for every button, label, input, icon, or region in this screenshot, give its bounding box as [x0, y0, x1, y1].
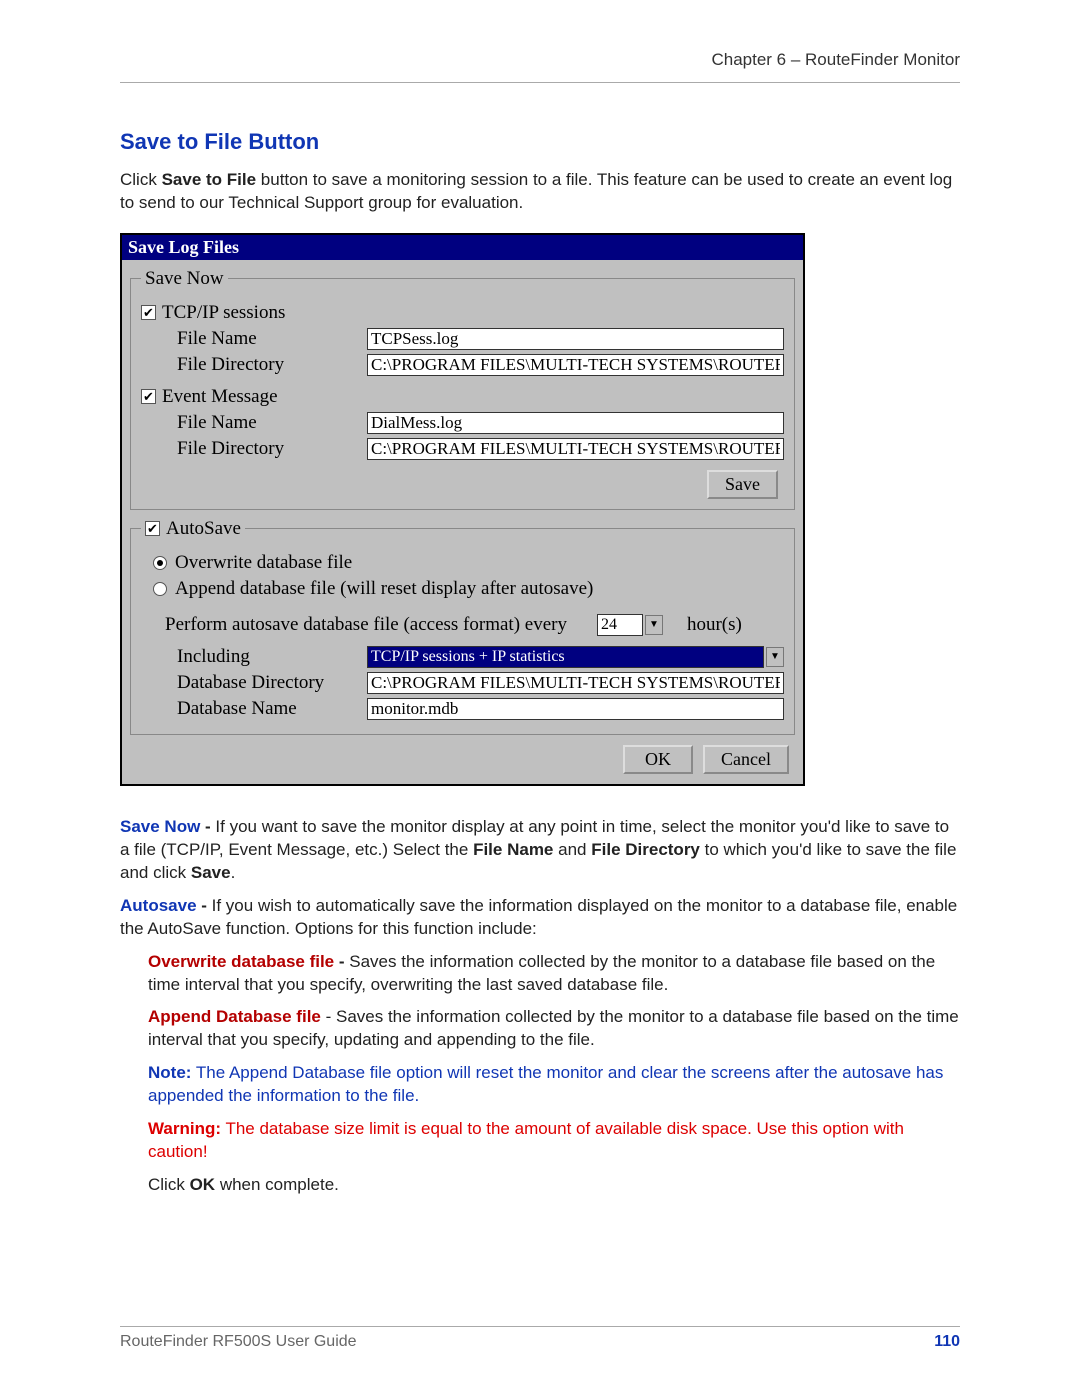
ok-button[interactable]: OK — [623, 745, 693, 774]
overwrite-desc: Overwrite database file - Saves the info… — [148, 951, 960, 997]
overwrite-radio-row[interactable]: Overwrite database file — [153, 552, 784, 574]
dbname-input[interactable] — [367, 698, 784, 720]
event-checkbox-row[interactable]: Event Message — [141, 386, 784, 408]
event-filename-input[interactable] — [367, 412, 784, 434]
filename-label: File Name — [177, 328, 367, 350]
page-footer: RouteFinder RF500S User Guide 110 — [120, 1326, 960, 1351]
closing-text: Click OK when complete. — [148, 1174, 960, 1197]
chapter-header: Chapter 6 – RouteFinder Monitor — [120, 50, 960, 70]
dialog-titlebar: Save Log Files — [122, 235, 803, 260]
warning-text: Warning: The database size limit is equa… — [148, 1118, 960, 1164]
radio-icon[interactable] — [153, 556, 167, 570]
tcpip-label: TCP/IP sessions — [162, 302, 285, 324]
footer-doc-title: RouteFinder RF500S User Guide — [120, 1333, 357, 1351]
note-text: Note: The Append Database file option wi… — [148, 1062, 960, 1108]
page-number: 110 — [934, 1333, 960, 1351]
save-button[interactable]: Save — [707, 470, 778, 499]
autosave-group: AutoSave Overwrite database file Append … — [130, 518, 795, 735]
hours-unit: hour(s) — [687, 614, 742, 636]
append-label: Append database file (will reset display… — [175, 578, 593, 600]
dbdir-label: Database Directory — [177, 672, 367, 694]
checkbox-icon[interactable] — [145, 521, 160, 536]
save-now-group: Save Now TCP/IP sessions File Name File … — [130, 268, 795, 510]
event-label: Event Message — [162, 386, 278, 408]
chevron-down-icon[interactable]: ▼ — [766, 647, 784, 667]
dbdir-input[interactable] — [367, 672, 784, 694]
dbname-label: Database Name — [177, 698, 367, 720]
tcpip-filename-input[interactable] — [367, 328, 784, 350]
filedir-label: File Directory — [177, 354, 367, 376]
perform-label: Perform autosave database file (access f… — [165, 614, 567, 636]
cancel-button[interactable]: Cancel — [703, 745, 789, 774]
save-log-files-dialog: Save Log Files Save Now TCP/IP sessions … — [120, 233, 805, 786]
append-desc: Append Database file - Saves the informa… — [148, 1006, 960, 1052]
tcpip-filedir-input[interactable] — [367, 354, 784, 376]
save-now-legend: Save Now — [141, 268, 228, 290]
filename-label: File Name — [177, 412, 367, 434]
chevron-down-icon[interactable]: ▼ — [645, 615, 663, 635]
checkbox-icon[interactable] — [141, 305, 156, 320]
header-rule — [120, 82, 960, 83]
event-filedir-input[interactable] — [367, 438, 784, 460]
hours-select[interactable]: 24 ▼ — [597, 614, 663, 636]
checkbox-icon[interactable] — [141, 389, 156, 404]
intro-paragraph: Click Save to File button to save a moni… — [120, 169, 960, 215]
append-radio-row[interactable]: Append database file (will reset display… — [153, 578, 784, 600]
radio-icon[interactable] — [153, 582, 167, 596]
tcpip-checkbox-row[interactable]: TCP/IP sessions — [141, 302, 784, 324]
autosave-legend[interactable]: AutoSave — [141, 518, 245, 540]
savenow-desc: Save Now - If you want to save the monit… — [120, 816, 960, 885]
including-select[interactable]: TCP/IP sessions + IP statistics ▼ — [367, 646, 784, 668]
autosave-desc: Autosave - If you wish to automatically … — [120, 895, 960, 941]
including-label: Including — [177, 646, 367, 668]
overwrite-label: Overwrite database file — [175, 552, 352, 574]
section-title: Save to File Button — [120, 129, 960, 155]
filedir-label: File Directory — [177, 438, 367, 460]
